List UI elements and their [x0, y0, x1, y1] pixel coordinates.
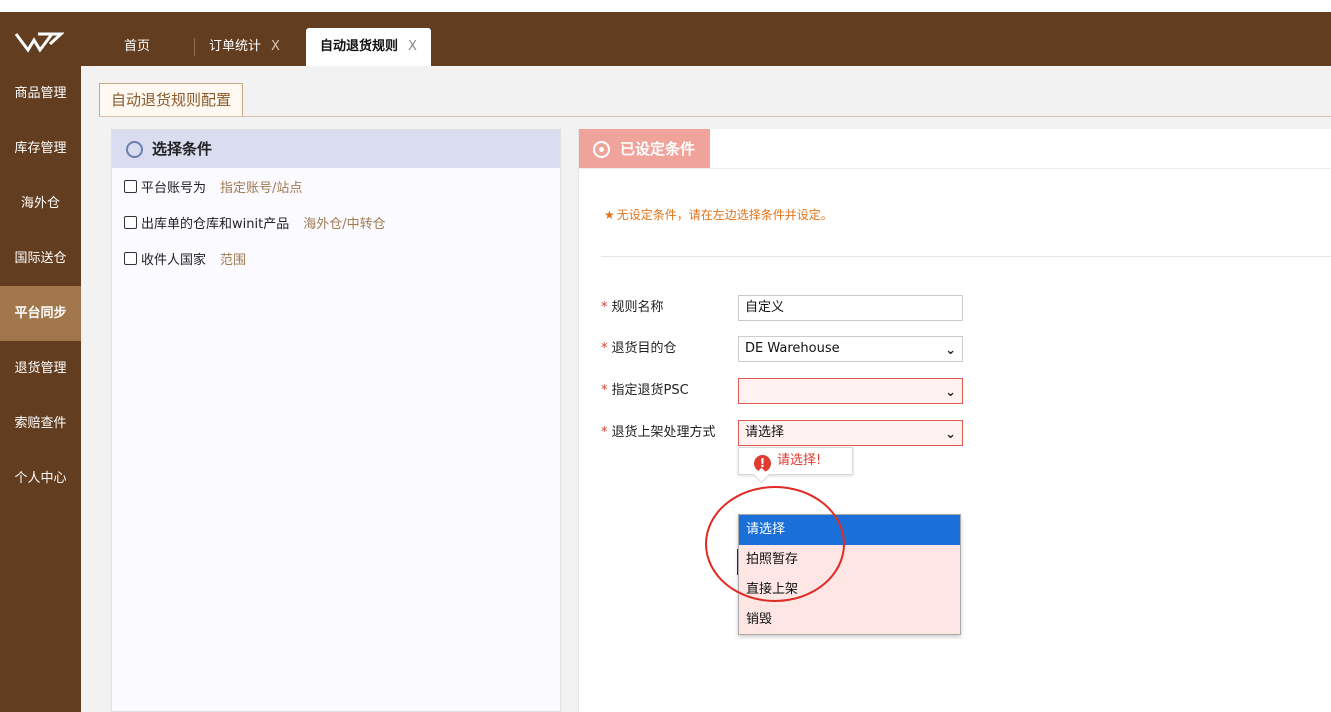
- return-warehouse-label-text: 退货目的仓: [611, 341, 677, 356]
- tab-auto-return-rules-label: 自动退货规则: [320, 39, 399, 54]
- sidebar-item-claims[interactable]: 索赔查件: [0, 396, 81, 451]
- tab-order-stats[interactable]: 订单统计 X: [209, 28, 280, 66]
- tab-order-stats-label: 订单统计: [209, 39, 262, 54]
- shelf-method-select[interactable]: 请选择 ⌄: [738, 420, 963, 446]
- return-warehouse-label: * 退货目的仓: [601, 336, 677, 362]
- chevron-down-icon: ⌄: [945, 385, 956, 400]
- page-title: 自动退货规则配置: [99, 83, 244, 116]
- main-content: 自动退货规则配置 选择条件 平台账号为 指定账号/站点 出库单的仓库和winit产…: [81, 66, 1331, 712]
- conditions-panel: 选择条件 平台账号为 指定账号/站点 出库单的仓库和winit产品 海外仓/中转仓 …: [111, 129, 561, 712]
- rule-name-input[interactable]: 自定义: [738, 295, 963, 321]
- set-conditions-header: 已设定条件: [579, 129, 710, 169]
- required-marker: *: [601, 425, 608, 440]
- condition-item-platform-account[interactable]: 平台账号为 指定账号/站点: [124, 179, 302, 199]
- condition-hint: 范围: [220, 253, 247, 268]
- required-marker: *: [601, 383, 608, 398]
- set-conditions-title: 已设定条件: [620, 140, 696, 158]
- checkbox[interactable]: [124, 180, 137, 193]
- sidebar-item-inventory[interactable]: 库存管理: [0, 121, 81, 176]
- return-psc-label-text: 指定退货PSC: [611, 383, 689, 398]
- annotation-circle: [705, 486, 845, 602]
- checkbox[interactable]: [124, 216, 137, 229]
- validation-tooltip-text: 请选择!: [777, 453, 822, 468]
- shelf-method-label: * 退货上架处理方式: [601, 420, 716, 446]
- top-bar: 首页 订单统计 X 自动退货规则 X: [0, 0, 1331, 66]
- tab-separator: [194, 38, 195, 56]
- empty-notice: ★ 无设定条件，请在左边选择条件并设定。: [604, 206, 833, 223]
- return-warehouse-select[interactable]: DE Warehouse ⌄: [738, 336, 963, 362]
- condition-label: 收件人国家: [141, 253, 207, 268]
- return-warehouse-value: DE Warehouse: [745, 341, 840, 356]
- dropdown-option[interactable]: 销毁: [739, 605, 960, 635]
- divider: [601, 256, 1331, 257]
- condition-item-recipient-country[interactable]: 收件人国家 范围: [124, 251, 246, 271]
- return-psc-select[interactable]: ⌄: [738, 378, 963, 404]
- sidebar: 商品管理 库存管理 海外仓 国际送仓 平台同步 退货管理 索赔查件 个人中心: [0, 66, 81, 712]
- close-icon[interactable]: X: [271, 39, 280, 54]
- sidebar-item-products[interactable]: 商品管理: [0, 66, 81, 121]
- shelf-method-label-text: 退货上架处理方式: [611, 425, 716, 440]
- chevron-down-icon: ⌄: [945, 427, 956, 442]
- tab-home-label: 首页: [124, 39, 151, 54]
- return-psc-label: * 指定退货PSC: [601, 378, 689, 404]
- sidebar-item-overseas-warehouse[interactable]: 海外仓: [0, 176, 81, 231]
- set-conditions-panel: 已设定条件 ★ 无设定条件，请在左边选择条件并设定。 * 规则名称 自定义 * 退货目…: [578, 129, 1331, 712]
- tab-auto-return-rules[interactable]: 自动退货规则 X: [306, 28, 431, 66]
- condition-label: 出库单的仓库和winit产品: [141, 217, 290, 232]
- required-marker: *: [601, 341, 608, 356]
- target-icon: [593, 141, 610, 158]
- condition-hint: 海外仓/中转仓: [303, 217, 386, 232]
- sidebar-item-personal-center[interactable]: 个人中心: [0, 451, 81, 506]
- divider: [99, 116, 1331, 117]
- rule-name-label: * 规则名称: [601, 295, 664, 321]
- conditions-panel-header: 选择条件: [112, 130, 560, 168]
- empty-notice-text: 无设定条件，请在左边选择条件并设定。: [616, 208, 833, 222]
- sidebar-item-international-delivery[interactable]: 国际送仓: [0, 231, 81, 286]
- tab-home[interactable]: 首页: [124, 28, 150, 66]
- sidebar-item-platform-sync[interactable]: 平台同步: [0, 286, 81, 341]
- divider: [579, 168, 1331, 169]
- chevron-down-icon: ⌄: [945, 343, 956, 358]
- shelf-method-value: 请选择: [745, 425, 785, 440]
- rule-name-label-text: 规则名称: [611, 300, 664, 315]
- circle-icon: [126, 141, 143, 158]
- star-icon: ★: [604, 208, 615, 222]
- condition-item-warehouse-product[interactable]: 出库单的仓库和winit产品 海外仓/中转仓: [124, 215, 386, 235]
- close-icon[interactable]: X: [408, 39, 417, 54]
- top-bar-background: [0, 12, 1331, 66]
- sidebar-item-returns[interactable]: 退货管理: [0, 341, 81, 396]
- checkbox[interactable]: [124, 252, 137, 265]
- condition-label: 平台账号为: [141, 181, 207, 196]
- required-marker: *: [601, 300, 608, 315]
- validation-tooltip: ! 请选择!: [738, 447, 853, 484]
- condition-hint: 指定账号/站点: [220, 181, 303, 196]
- conditions-panel-title: 选择条件: [152, 140, 213, 158]
- logo-icon: [14, 32, 64, 53]
